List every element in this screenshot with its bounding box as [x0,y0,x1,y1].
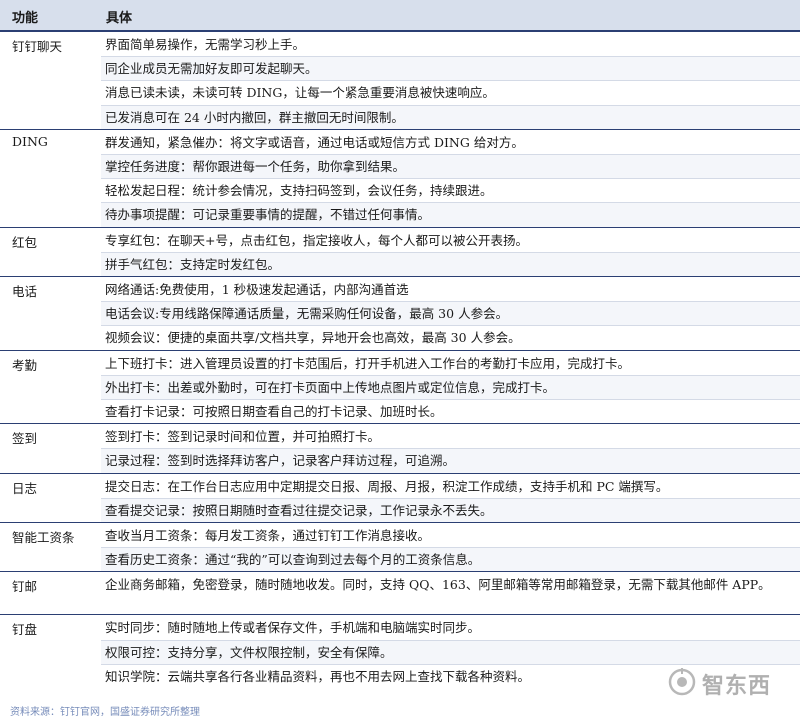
feature-label: 钉邮 [12,579,38,595]
feature-detail: 视频会议：便捷的桌面共享/文档共享，异地开会也高效，最高 30 人参会。 [105,330,521,346]
table-row: 消息已读未读，未读可转 DING，让每一个紧急重要消息被快速响应。 [0,80,800,104]
feature-label: DING [12,133,48,149]
feature-detail: 专享红包：在聊天+号，点击红包，指定接收人，每个人都可以被公开表扬。 [105,232,528,248]
feature-detail: 轻松发起日程：统计参会情况，支持扫码签到，会议任务，持续跟进。 [105,183,493,199]
row-divider [101,547,800,549]
feature-detail: 提交日志：在工作台日志应用中定期提交日报、周报、月报，积淀工作成绩，支持手机和 … [105,478,669,494]
table-row: 视频会议：便捷的桌面共享/文档共享，异地开会也高效，最高 30 人参会。 [0,325,800,349]
table-row: DING 群发通知，紧急催办：将文字或语音，通过电话或短信方式 DING 给对方。 [0,130,800,154]
table-row: 红包 专享红包：在聊天+号，点击红包，指定接收人，每个人都可以被公开表扬。 [0,228,800,252]
table-row: 智能工资条 查收当月工资条：每月发工资条，通过钉钉工作消息接收。 [0,523,800,547]
row-divider [101,56,800,58]
feature-detail: 查收当月工资条：每月发工资条，通过钉钉工作消息接收。 [105,528,431,543]
feature-label: 签到 [12,431,38,447]
feature-detail: 签到打卡：签到记录时间和位置，并可拍照打卡。 [105,429,381,445]
row-divider [101,325,800,327]
row-divider [101,251,800,253]
table-row: 已发消息可在 24 小时内撤回，群主撤回无时间限制。 [0,104,800,129]
feature-label: 电话 [12,284,38,299]
feature-detail: 掌控任务进度：帮你跟进每一个任务，助你拿到结果。 [105,159,406,174]
feature-detail: 已发消息可在 24 小时内撤回，群主撤回无时间限制。 [105,109,404,125]
row-divider [101,448,800,450]
feature-detail: 同企业成员无需加好友即可发起聊天。 [105,61,318,77]
feature-label: 考勤 [12,357,38,373]
feature-detail: 消息已读未读，未读可转 DING，让每一个紧急重要消息被快速响应。 [105,85,495,101]
feature-label: 钉盘 [12,622,38,638]
row-divider [101,639,800,641]
table-row: 钉盘 实时同步：随时随地上传或者保存文件，手机端和电脑端实时同步。 [0,615,800,639]
row-divider [101,497,800,499]
header-detail: 具体 [106,11,133,26]
feature-detail: 网络通话:免费使用，1 秒极速发起通话，内部沟通首选 [105,282,409,297]
table-row: 同企业成员无需加好友即可发起聊天。 [0,56,800,81]
table-row: 钉钉聊天 界面简单易操作，无需学习秒上手。 [0,32,800,56]
row-divider [101,202,800,204]
table-row: 外出打卡：出差或外勤时，可在打卡页面中上传地点图片或定位信息，完成打卡。 [0,374,800,399]
row-divider [101,154,800,155]
table-row: 权限可控：支持分享，文件权限控制，安全有保障。 [0,639,800,664]
watermark-text: 智东西 [702,674,772,699]
header-function: 功能 [12,11,39,26]
table-row: 签到 签到打卡：签到记录时间和位置，并可拍照打卡。 [0,424,800,448]
table-row: 日志 提交日志：在工作台日志应用中定期提交日报、周报、月报，积淀工作成绩，支持手机… [0,474,800,498]
table-header: 功能 具体 [0,0,800,32]
feature-detail: 电话会议:专用线路保障通话质量，无需采购任何设备，最高 30 人参会。 [105,306,509,322]
feature-label: 日志 [12,480,38,496]
feature-detail: 查看提交记录：按照日期随时查看过往提交记录，工作记录永不丢失。 [105,502,493,518]
table-row: 钉邮 企业商务邮箱，免密登录，随时随地收发。同时，支持 QQ、163、阿里邮箱等常… [0,572,800,614]
table-row: 掌控任务进度：帮你跟进每一个任务，助你拿到结果。 [0,154,800,179]
feature-label: 智能工资条 [12,530,75,545]
row-divider [101,399,800,400]
table-row: 查看历史工资条：通过“我的”可以查询到过去每个月的工资条信息。 [0,547,800,572]
table-row: 轻松发起日程：统计参会情况，支持扫码签到，会议任务，持续跟进。 [0,178,800,202]
feature-label: 红包 [12,234,38,250]
table-row: 记录过程：签到时选择拜访客户，记录客户拜访过程，可追溯。 [0,448,800,473]
table-row: 电话会议:专用线路保障通话质量，无需采购任何设备，最高 30 人参会。 [0,301,800,326]
watermark: 智东西 [668,664,786,700]
feature-detail: 查看历史工资条：通过“我的”可以查询到过去每个月的工资条信息。 [105,552,481,568]
table-row: 考勤 上下班打卡：进入管理员设置的打卡范围后，打开手机进入工作台的考勤打卡应用，完… [0,351,800,375]
table-row: 查看提交记录：按照日期随时查看过往提交记录，工作记录永不丢失。 [0,497,800,522]
feature-detail: 实时同步：随时随地上传或者保存文件，手机端和电脑端实时同步。 [105,620,481,636]
row-divider [101,374,800,376]
source-note: 资料来源：钉钉官网，国盛证券研究所整理 [10,707,200,718]
table-row: 待办事项提醒：可记录重要事情的提醒，不错过任何事情。 [0,202,800,227]
feature-detail: 记录过程：签到时选择拜访客户，记录客户拜访过程，可追溯。 [105,453,456,469]
watermark-logo-icon [668,668,696,696]
feature-detail: 群发通知，紧急催办：将文字或语音，通过电话或短信方式 DING 给对方。 [105,134,524,150]
feature-detail: 外出打卡：出差或外勤时，可在打卡页面中上传地点图片或定位信息，完成打卡。 [105,379,556,395]
document-page: 功能 具体 钉钉聊天 界面简单易操作，无需学习秒上手。 同企业成员无需加好友即可发起… [0,0,800,718]
row-divider [101,104,800,106]
feature-detail: 企业商务邮箱，免密登录，随时随地收发。同时，支持 QQ、163、阿里邮箱等常用邮… [105,577,771,593]
table-row: 查看打卡记录：可按照日期查看自己的打卡记录、加班时长。 [0,399,800,423]
feature-detail: 拼手气红包：支持定时发红包。 [105,256,281,272]
row-divider [101,80,800,82]
row-divider [101,178,800,180]
feature-detail: 权限可控：支持分享，文件权限控制，安全有保障。 [105,644,393,660]
feature-label: 钉钉聊天 [12,39,63,54]
feature-detail: 界面简单易操作，无需学习秒上手。 [105,37,306,52]
feature-detail: 查看打卡记录：可按照日期查看自己的打卡记录、加班时长。 [105,404,443,419]
feature-detail: 待办事项提醒：可记录重要事情的提醒，不错过任何事情。 [105,207,431,223]
feature-detail: 上下班打卡：进入管理员设置的打卡范围后，打开手机进入工作台的考勤打卡应用，完成打… [105,355,631,371]
table-row: 电话 网络通话:免费使用，1 秒极速发起通话，内部沟通首选 [0,277,800,301]
table-row: 拼手气红包：支持定时发红包。 [0,251,800,276]
row-divider [101,301,800,303]
